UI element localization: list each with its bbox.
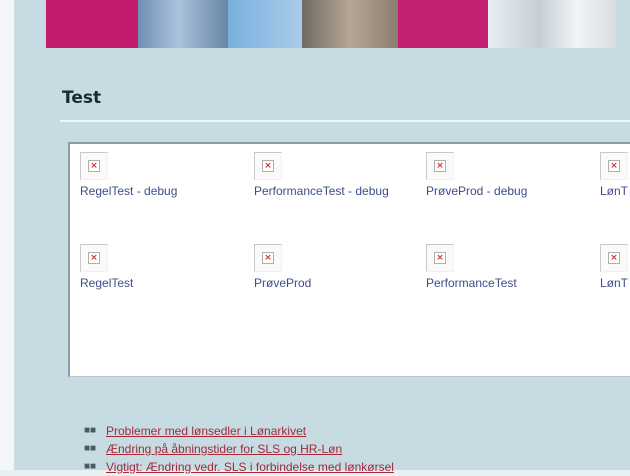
banner-segment (228, 0, 302, 48)
tile-label[interactable]: PerformanceTest (426, 274, 576, 292)
application-tile-panel: × RegelTest - debug × PerformanceTest - … (68, 142, 630, 377)
broken-image-icon: × (80, 244, 108, 272)
news-link[interactable]: Problemer med lønsedler i Lønarkivet (106, 422, 306, 440)
broken-image-icon: × (600, 152, 628, 180)
tile-label[interactable]: PrøveProd - debug (426, 182, 576, 200)
banner-photo (302, 0, 398, 48)
broken-image-icon: × (254, 244, 282, 272)
broken-image-icon: × (426, 152, 454, 180)
bullet-icon: ■■ (84, 425, 97, 436)
news-item: ■■ Vigtigt: Ændring vedr. SLS i forbinde… (84, 458, 630, 476)
tile-label[interactable]: LønT (600, 182, 630, 200)
banner-segment (398, 0, 488, 48)
news-item: ■■ Ændring på åbningstider for SLS og HR… (84, 440, 630, 458)
tile-label[interactable]: LønT (600, 274, 630, 292)
bullet-icon: ■■ (84, 443, 97, 454)
title-divider (60, 120, 630, 122)
page-title: Test (62, 88, 102, 108)
news-link[interactable]: Vigtigt: Ændring vedr. SLS i forbindelse… (106, 458, 394, 476)
left-rail (0, 0, 14, 470)
news-link[interactable]: Ændring på åbningstider for SLS og HR-Lø… (106, 440, 342, 458)
banner-photo (138, 0, 228, 48)
tile-label[interactable]: PrøveProd (254, 274, 404, 292)
news-list: ■■ Problemer med lønsedler i Lønarkivet … (84, 422, 630, 476)
tile-label[interactable]: RegelTest (80, 274, 230, 292)
broken-image-icon: × (80, 152, 108, 180)
bullet-icon: ■■ (84, 461, 97, 472)
tile-label[interactable]: RegelTest - debug (80, 182, 230, 200)
broken-image-icon: × (254, 152, 282, 180)
tile-label[interactable]: PerformanceTest - debug (254, 182, 404, 200)
banner-segment (46, 0, 138, 48)
banner-photo (488, 0, 616, 48)
header-banner (46, 0, 616, 48)
news-item: ■■ Problemer med lønsedler i Lønarkivet (84, 422, 630, 440)
broken-image-icon: × (426, 244, 454, 272)
broken-image-icon: × (600, 244, 628, 272)
